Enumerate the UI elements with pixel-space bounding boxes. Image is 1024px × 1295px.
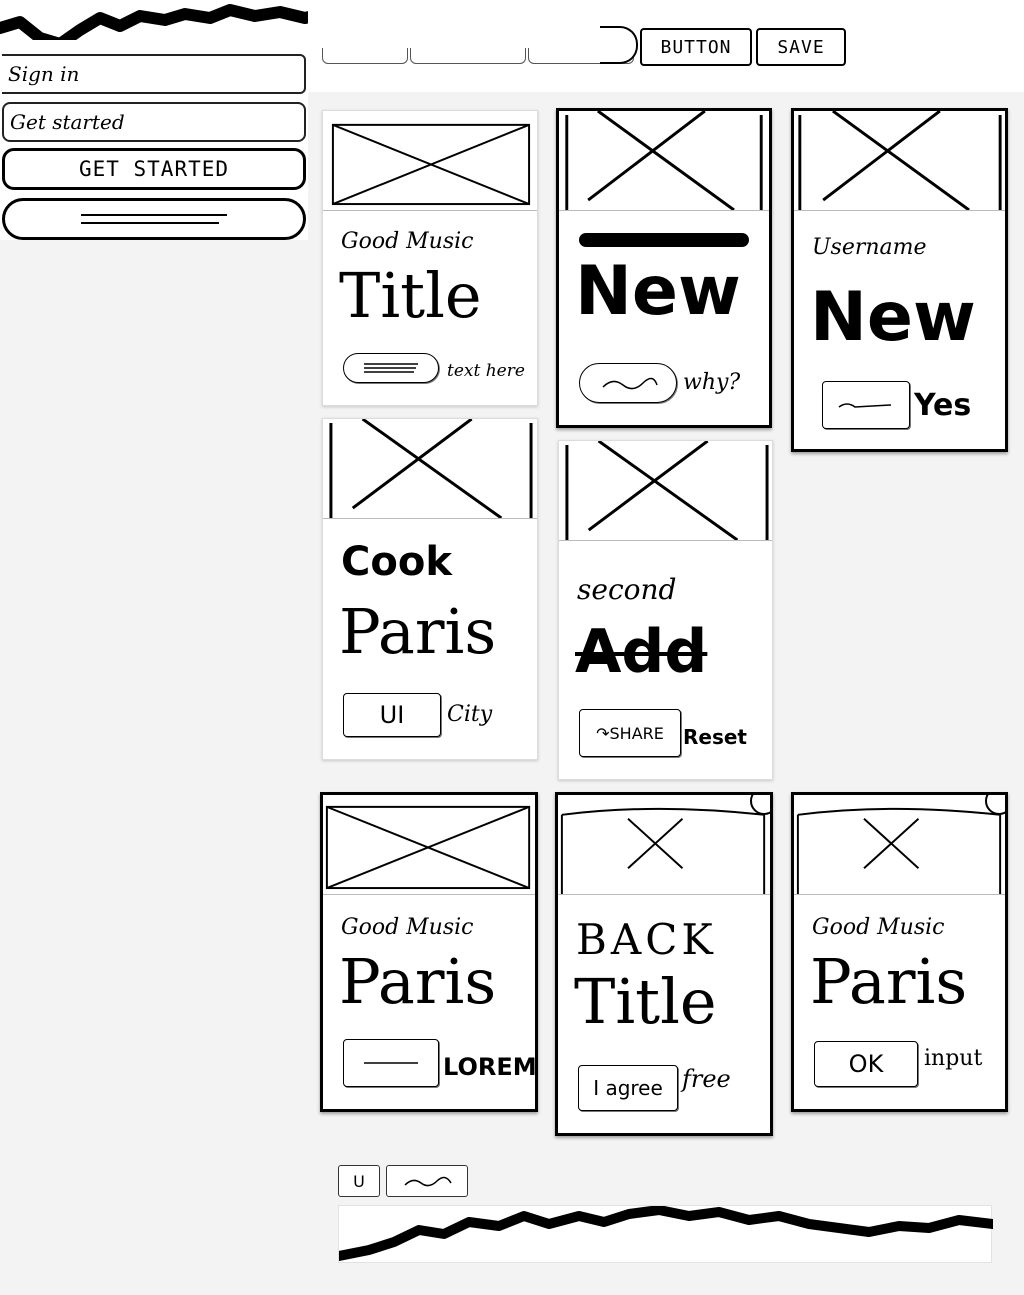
card-title: New [575, 252, 741, 331]
image-placeholder [323, 795, 535, 895]
card-title: New [810, 278, 976, 357]
card-subtitle: Good Music [812, 915, 945, 940]
image-placeholder-icon [565, 111, 763, 210]
card-second-add[interactable]: second Add ↷ SHARE Reset [558, 440, 773, 780]
card-good-music-paris[interactable]: Good Music Paris LOREM [320, 792, 538, 1112]
scribble-icon [404, 1176, 452, 1187]
mini-scribble-button[interactable] [386, 1165, 468, 1197]
toolbar-tab[interactable] [322, 48, 408, 64]
card-good-music-title[interactable]: Good Music Title text here [322, 110, 538, 406]
image-placeholder-icon [329, 419, 533, 518]
share-button-label: SHARE [609, 723, 664, 743]
card-subtitle: second [577, 573, 677, 606]
card-subtitle: Username [812, 235, 927, 260]
image-placeholder-icon [565, 441, 769, 540]
scribble-icon [364, 363, 418, 373]
scribble-button[interactable] [2, 198, 306, 240]
card-caption: Reset [683, 725, 747, 749]
image-placeholder-icon [796, 807, 1002, 894]
card-title: Paris [810, 945, 968, 1018]
scribble-icon [602, 377, 658, 390]
image-placeholder [323, 111, 537, 211]
ui-button[interactable]: UI [343, 693, 441, 737]
card-button[interactable] [822, 381, 910, 429]
card-subtitle: Good Music [341, 229, 474, 254]
card-cook-paris[interactable]: Cook Paris UI City [322, 418, 538, 760]
footer-scribble-bar [338, 1205, 993, 1263]
card-good-music-ok[interactable]: Good Music Paris OK input [791, 792, 1008, 1112]
image-placeholder-icon [560, 807, 766, 894]
card-title: Add [575, 617, 708, 687]
scribble-icon [838, 403, 892, 408]
card-username-new[interactable]: Username New Yes [791, 108, 1008, 452]
image-placeholder [559, 441, 772, 541]
card-button[interactable] [343, 1039, 439, 1087]
card-button[interactable] [343, 353, 439, 383]
get-started-button[interactable]: GET STARTED [2, 148, 306, 190]
card-caption: why? [683, 370, 741, 395]
card-title: Paris [339, 945, 497, 1018]
image-placeholder [323, 419, 537, 519]
image-placeholder [794, 795, 1005, 895]
card-title: Paris [339, 595, 497, 668]
top-toolbar: BUTTON SAVE [308, 0, 1024, 92]
card-back-title[interactable]: BACK Title I agree free [555, 792, 773, 1136]
card-title: Title [339, 259, 482, 332]
toolbar-partial-button[interactable] [600, 26, 638, 64]
image-placeholder-icon [331, 123, 531, 206]
card-caption: LOREM [443, 1053, 537, 1081]
card-subtitle: BACK [576, 915, 717, 964]
card-caption: text here [447, 361, 525, 381]
image-placeholder-icon [798, 111, 1002, 210]
card-title: Title [574, 965, 717, 1038]
card-caption: Yes [914, 388, 972, 423]
image-placeholder [559, 111, 769, 211]
toolbar-button[interactable]: BUTTON [640, 28, 752, 66]
card-new-why[interactable]: New why? [556, 108, 772, 428]
card-button[interactable] [579, 363, 677, 403]
card-caption: free [682, 1065, 731, 1093]
left-sidebar: Sign in Get started GET STARTED [0, 40, 308, 240]
toolbar-tab[interactable] [410, 48, 526, 64]
card-subtitle: Good Music [341, 915, 474, 940]
image-placeholder [794, 111, 1005, 211]
image-placeholder [558, 795, 770, 895]
scribble-icon [81, 214, 227, 224]
ok-button[interactable]: OK [814, 1041, 918, 1087]
share-button[interactable]: ↷ SHARE [579, 709, 681, 757]
agree-button[interactable]: I agree [578, 1065, 678, 1111]
save-button[interactable]: SAVE [756, 28, 846, 66]
get-started-input[interactable]: Get started [2, 102, 306, 142]
footer-scribble-icon [339, 1206, 993, 1261]
redacted-subtitle [579, 233, 749, 247]
scribble-icon [364, 1062, 418, 1064]
card-subtitle: Cook [341, 539, 452, 585]
share-arrow-icon: ↷ [596, 723, 610, 743]
sign-in-input[interactable]: Sign in [2, 54, 306, 94]
mini-button-u[interactable]: U [338, 1165, 380, 1197]
image-placeholder-icon [325, 805, 531, 890]
card-caption: City [447, 702, 493, 727]
card-caption: input [924, 1046, 983, 1071]
